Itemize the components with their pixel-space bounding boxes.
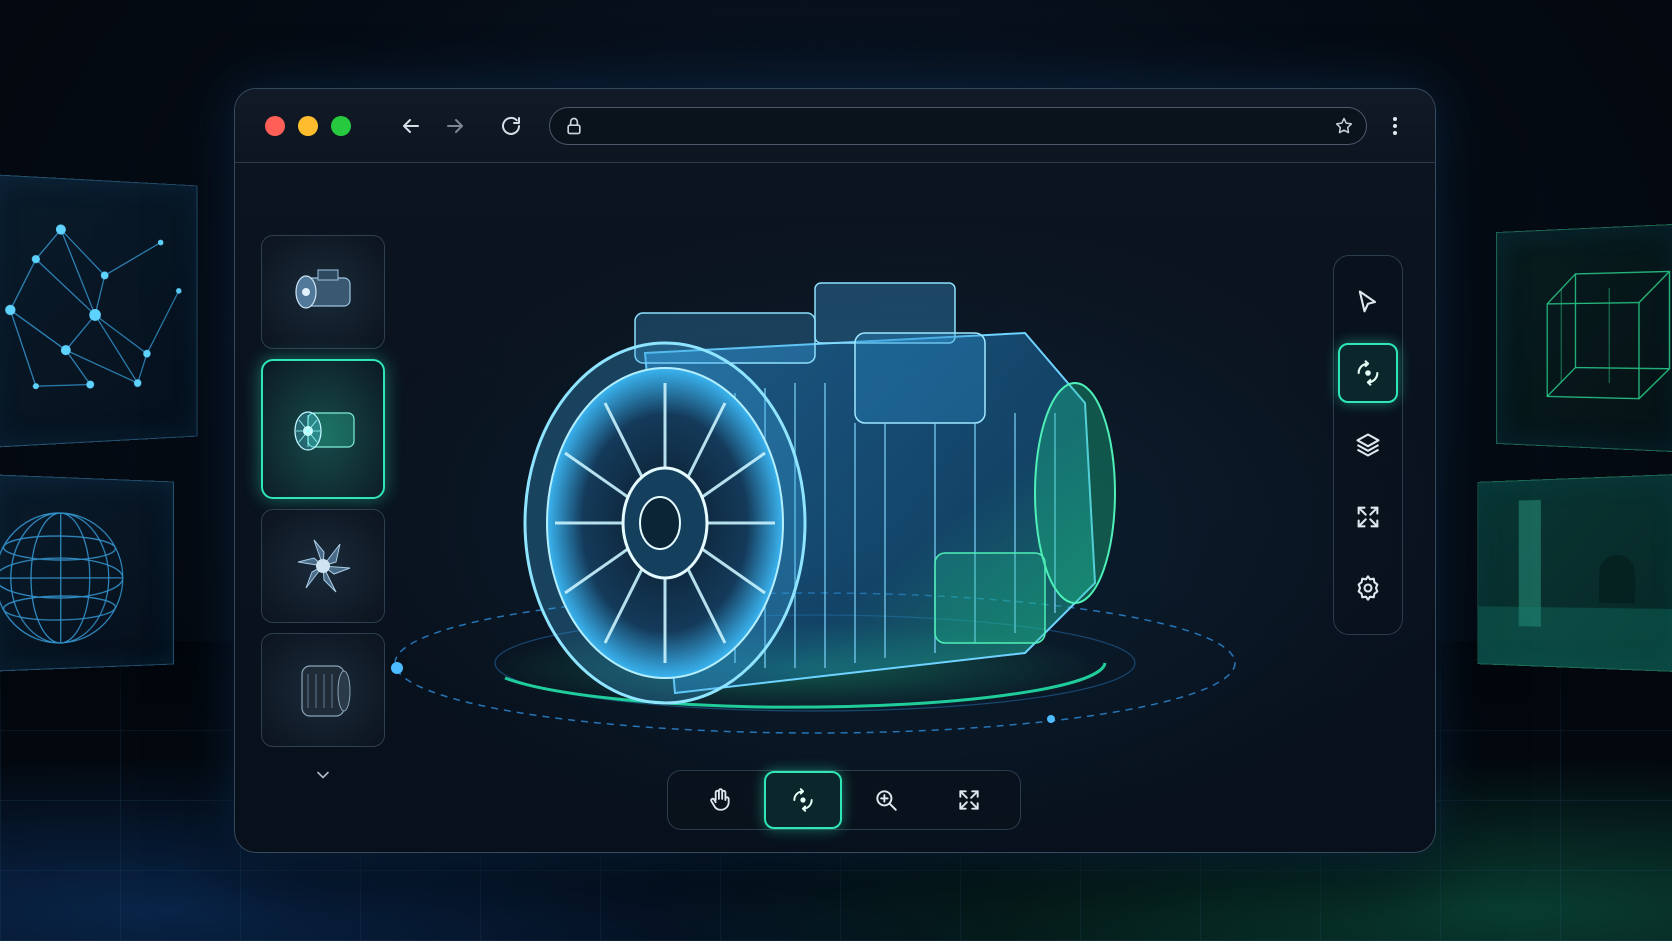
housing-part-icon — [301, 665, 351, 717]
cube-icon — [1497, 225, 1672, 452]
layers-tool-button[interactable] — [1338, 415, 1398, 475]
right-toolbar — [1333, 255, 1403, 635]
close-window-button[interactable] — [265, 115, 285, 136]
bottom-toolbar — [667, 770, 1021, 830]
orbit-handle-right — [1047, 715, 1055, 723]
address-bar[interactable] — [549, 106, 1367, 145]
gear-icon — [1357, 575, 1379, 601]
cursor-icon — [1358, 290, 1377, 313]
engine-model-scene[interactable] — [375, 223, 1255, 763]
zoom-in-icon — [875, 790, 897, 811]
url-input[interactable] — [584, 117, 1334, 134]
globe-icon — [0, 475, 173, 670]
rotate-icon — [792, 788, 813, 812]
arrow-left-icon — [403, 118, 419, 133]
window-controls — [265, 115, 351, 136]
navigation-buttons — [391, 106, 531, 146]
orbit-tool-button[interactable] — [1338, 343, 1398, 404]
forward-button[interactable] — [435, 106, 475, 146]
orbit-handle-left — [391, 662, 403, 674]
fit-screen-icon — [958, 790, 979, 810]
thumbnail-engine-transparent[interactable] — [261, 359, 385, 499]
turbine-fan-icon — [297, 539, 351, 593]
expand-tool-button[interactable] — [1338, 487, 1398, 547]
bookmark-star-icon[interactable] — [1334, 116, 1354, 136]
lock-icon — [567, 117, 581, 134]
browser-window — [234, 88, 1436, 853]
engine-intake — [523, 341, 807, 705]
chevron-down-icon — [317, 771, 329, 779]
network-graph-icon — [5, 224, 182, 447]
thumbnail-rail — [261, 235, 387, 793]
thumbnail-engine-front[interactable] — [261, 235, 385, 349]
layers-icon — [1356, 433, 1380, 457]
maximize-window-button[interactable] — [331, 115, 351, 136]
room-scene-panel — [1477, 473, 1672, 673]
orbit-mode-button[interactable] — [763, 771, 842, 829]
reload-icon — [502, 116, 520, 135]
fit-view-button[interactable] — [930, 771, 1008, 829]
expand-icon — [1357, 506, 1379, 527]
thumbnail-turbine-fan[interactable] — [261, 509, 385, 623]
back-button[interactable] — [391, 106, 431, 146]
browser-titlebar — [235, 89, 1435, 163]
rotate-icon — [1357, 360, 1379, 387]
arrow-right-icon — [447, 118, 463, 133]
kebab-menu-icon — [1393, 116, 1397, 135]
network-graph-panel — [0, 174, 198, 448]
wireframe-cube-panel — [1496, 223, 1672, 453]
minimize-window-button[interactable] — [298, 115, 318, 136]
reload-button[interactable] — [491, 106, 531, 146]
zoom-tool-button[interactable] — [847, 771, 925, 829]
room-scene-icon — [1478, 474, 1672, 672]
engine-thumbnail-icon — [295, 269, 351, 309]
pan-tool-button[interactable] — [681, 771, 759, 829]
thumbnail-scroll-down-button[interactable] — [261, 757, 385, 793]
wireframe-globe-panel — [0, 474, 174, 672]
3d-viewport[interactable] — [235, 163, 1435, 852]
engine-hologram-thumbnail-icon — [294, 411, 355, 451]
engine-model — [391, 282, 1236, 734]
hand-icon — [709, 788, 730, 811]
settings-tool-button[interactable] — [1338, 558, 1398, 618]
browser-menu-button[interactable] — [1375, 106, 1415, 146]
thumbnail-housing-part[interactable] — [261, 633, 385, 747]
select-tool-button[interactable] — [1338, 272, 1398, 332]
